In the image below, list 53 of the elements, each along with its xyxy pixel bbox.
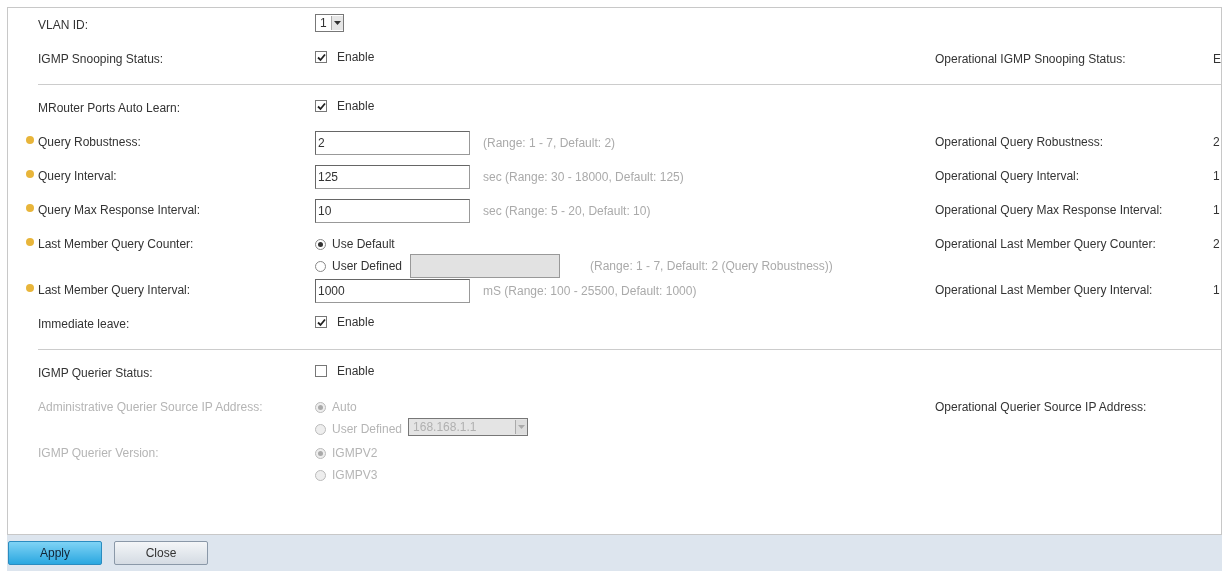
checkbox-label: Enable xyxy=(337,314,375,331)
field-label: IGMP Snooping Status: xyxy=(37,51,165,68)
checkbox[interactable] xyxy=(315,51,327,63)
operational-value: 1 xyxy=(1213,202,1220,219)
field-label: VLAN ID: xyxy=(37,17,89,34)
field-label: Last Member Query Counter: xyxy=(8,231,315,253)
field-label: IGMP Querier Version: xyxy=(37,445,160,462)
radio-label: User Defined xyxy=(332,258,403,275)
operational-value: E xyxy=(1213,51,1221,68)
checkbox-label: Enable xyxy=(337,49,375,66)
operational-value: 1 xyxy=(1213,282,1220,299)
field-label: MRouter Ports Auto Learn: xyxy=(37,100,182,117)
action-button[interactable]: Close xyxy=(114,541,208,565)
operational-label: Operational Querier Source IP Address: xyxy=(935,399,1148,416)
operational-label: Operational Last Member Query Counter: xyxy=(935,236,1157,253)
field-label: Last Member Query Interval: xyxy=(8,277,315,299)
field-label: Query Max Response Interval: xyxy=(8,197,315,219)
checkbox[interactable] xyxy=(315,100,327,112)
operational-label: Operational Query Robustness: xyxy=(935,134,1105,151)
dropdown-select[interactable]: 1 xyxy=(315,14,344,32)
radio-label: Use Default xyxy=(332,236,395,253)
radio-label: IGMPV2 xyxy=(332,445,378,462)
operational-value: 1 xyxy=(1213,168,1220,185)
operational-value: 2 xyxy=(1213,134,1220,151)
action-button[interactable]: Apply xyxy=(8,541,102,565)
checkbox[interactable] xyxy=(315,316,327,328)
range-hint: mS (Range: 100 - 25500, Default: 1000) xyxy=(483,283,697,300)
input-field[interactable]: 125 xyxy=(315,165,470,189)
checkbox-label: Enable xyxy=(337,98,375,115)
range-hint: sec (Range: 30 - 18000, Default: 125) xyxy=(483,169,684,186)
checkbox[interactable] xyxy=(315,365,327,377)
radio-label: User Defined xyxy=(332,421,403,438)
field-label: Immediate leave: xyxy=(37,316,131,333)
radio-button[interactable] xyxy=(315,238,326,250)
operational-label: Operational Last Member Query Interval: xyxy=(935,282,1154,299)
input-field[interactable]: 1000 xyxy=(315,279,470,303)
field-label: IGMP Querier Status: xyxy=(37,365,154,382)
radio-label: Auto xyxy=(332,399,357,416)
range-hint: (Range: 1 - 7, Default: 2 (Query Robustness)) xyxy=(590,258,833,275)
checkbox-label: Enable xyxy=(337,363,375,380)
operational-value: 2 xyxy=(1213,236,1220,253)
field-label: Query Interval: xyxy=(8,163,315,185)
range-hint: (Range: 1 - 7, Default: 2) xyxy=(483,135,616,152)
range-hint: sec (Range: 5 - 20, Default: 10) xyxy=(483,203,651,220)
radio-label: IGMPV3 xyxy=(332,467,378,484)
operational-label: Operational IGMP Snooping Status: xyxy=(935,51,1127,68)
input-field[interactable]: 10 xyxy=(315,199,470,223)
operational-label: Operational Query Max Response Interval: xyxy=(935,202,1164,219)
operational-label: Operational Query Interval: xyxy=(935,168,1081,185)
field-label: Query Robustness: xyxy=(8,129,315,151)
input-field[interactable]: 2 xyxy=(315,131,470,155)
radio-button[interactable] xyxy=(315,260,326,272)
field-label: Administrative Querier Source IP Address: xyxy=(37,399,264,416)
